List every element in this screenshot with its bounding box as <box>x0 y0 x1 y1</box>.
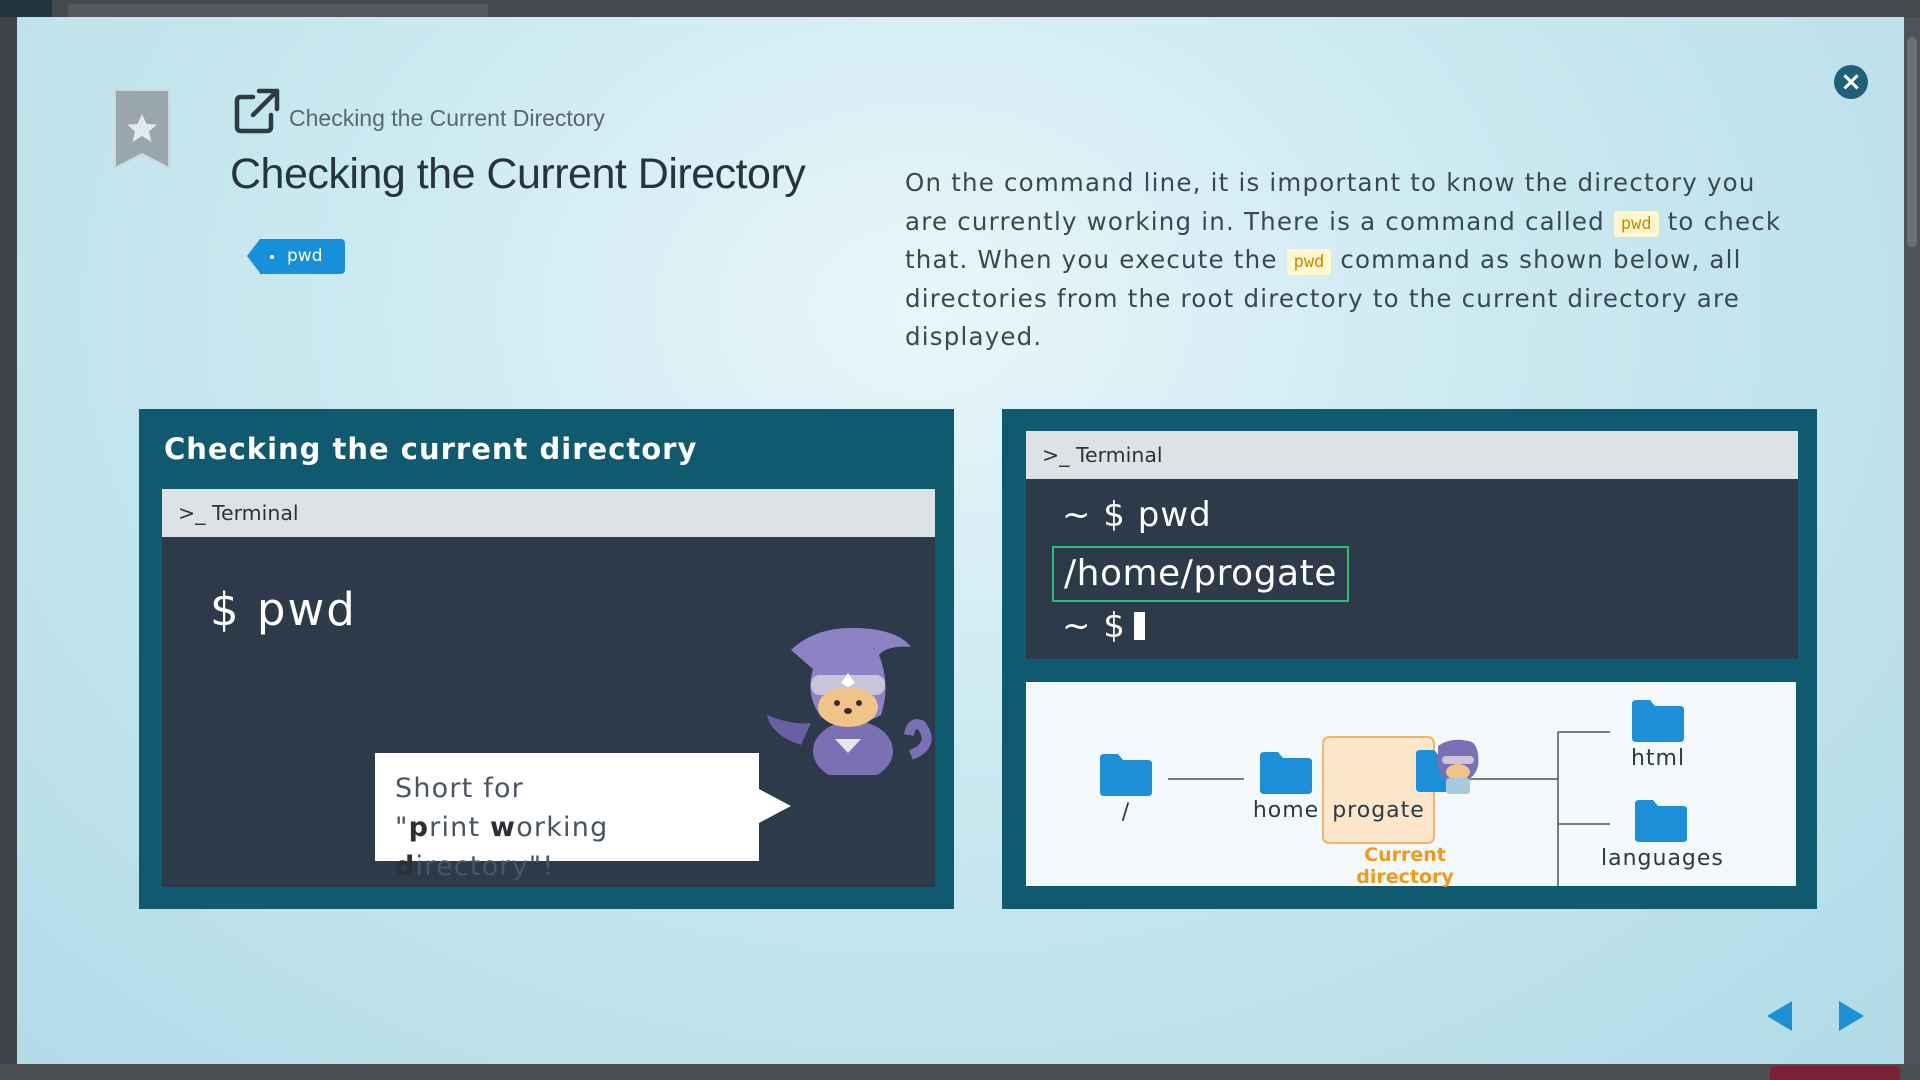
tag-label: pwd <box>287 246 323 266</box>
bubble-line: "print working directory"! <box>395 808 759 886</box>
bubble-line: Short for <box>395 773 524 804</box>
external-link-icon[interactable] <box>233 87 281 135</box>
terminal-line: ~ $ pwd <box>1062 495 1212 535</box>
page-title: Checking the Current Directory <box>230 150 806 198</box>
bubble-text: irectory"! <box>415 851 555 882</box>
ninja-mascot-illustration <box>767 627 932 775</box>
breadcrumb: Checking the Current Directory <box>289 105 605 131</box>
terminal-cursor <box>1133 612 1145 640</box>
terminal-body: ~ $ pwd /home/progate ~ $ <box>1026 479 1798 659</box>
terminal-header: >_ Terminal <box>162 489 935 537</box>
editor-bottom-bar <box>0 1064 1920 1080</box>
folder-label-languages: languages <box>1601 846 1724 871</box>
terminal-header: >_ Terminal <box>1026 431 1798 479</box>
bubble-text: " <box>395 812 409 843</box>
bookmark-star-icon[interactable] <box>113 88 171 170</box>
bubble-bold: p <box>408 812 430 843</box>
scrollbar-thumb[interactable] <box>1907 37 1917 247</box>
bubble-bold: d <box>395 851 416 882</box>
terminal-line: ~ $ <box>1062 606 1145 646</box>
folder-icon <box>1260 752 1312 794</box>
prev-arrow-icon[interactable] <box>1767 1001 1792 1031</box>
folder-label-progate: progate <box>1332 798 1425 823</box>
folder-label-html: html <box>1630 746 1686 771</box>
directory-tree: / home progate Current directory html la… <box>1026 682 1796 888</box>
app-logo <box>0 0 52 17</box>
terminal-prompt-icon: >_ <box>1042 443 1076 467</box>
slide-modal: × Checking the Current Directory Checkin… <box>17 17 1904 1064</box>
current-directory-label: Current directory <box>1356 844 1454 888</box>
editor-top-bar <box>0 0 1920 17</box>
slide-title: Checking the current directory <box>164 432 698 466</box>
terminal-prompt: ~ $ <box>1062 606 1126 646</box>
terminal-command: $ pwd <box>210 583 357 636</box>
slide-panel-left: Checking the current directory >_ Termin… <box>139 409 954 909</box>
speech-bubble: Short for "print working directory"! <box>375 753 791 882</box>
folder-icon <box>1632 700 1684 742</box>
terminal-label: Terminal <box>1075 443 1163 467</box>
slide-panel-right: >_ Terminal ~ $ pwd /home/progate ~ $ / … <box>1002 409 1817 909</box>
folder-icon <box>1635 800 1687 842</box>
bubble-text: rint <box>429 812 491 843</box>
contact-us-button[interactable] <box>1770 1066 1900 1080</box>
editor-tab <box>68 4 488 17</box>
description: On the command line, it is important to … <box>905 164 1795 357</box>
inline-code: pwd <box>1613 210 1659 237</box>
folder-label-home: home <box>1252 798 1320 823</box>
terminal-output-highlight: /home/progate <box>1052 546 1349 602</box>
terminal-label: Terminal <box>211 501 299 525</box>
folder-label-root: / <box>1121 800 1131 825</box>
close-icon[interactable]: × <box>1834 65 1868 99</box>
tag-dot <box>270 255 274 259</box>
bubble-bold: w <box>490 812 517 843</box>
scrollbar[interactable] <box>1904 17 1920 1064</box>
next-arrow-icon[interactable] <box>1839 1001 1864 1031</box>
inline-code: pwd <box>1286 249 1332 275</box>
tag-pwd[interactable]: pwd <box>247 239 345 274</box>
terminal-prompt-icon: >_ <box>178 501 212 525</box>
folder-icon <box>1100 754 1152 796</box>
bubble-text: orking <box>516 812 609 843</box>
ninja-mascot-small <box>1438 739 1479 794</box>
